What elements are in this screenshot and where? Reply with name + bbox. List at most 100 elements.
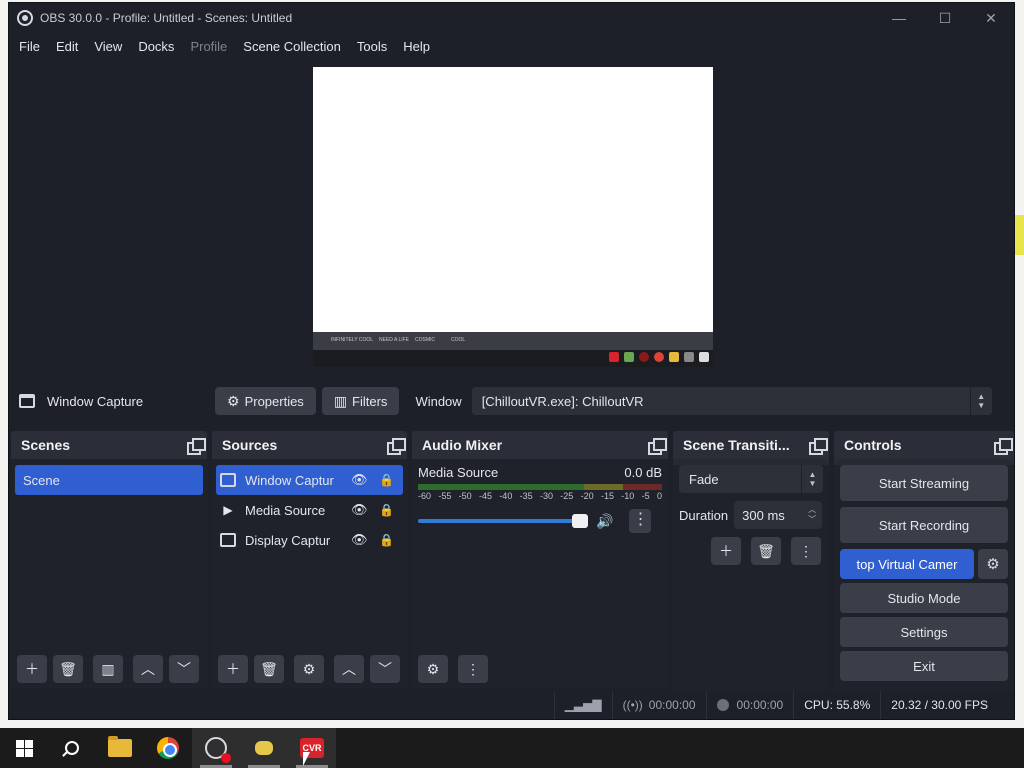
float-dock-icon[interactable] [648,438,667,455]
fps-display: 20.32 / 30.00 FPS [880,691,1014,719]
menu-help[interactable]: Help [395,39,438,54]
gears-icon: ⚙ [426,660,440,677]
more-options-button[interactable]: ⋮ [629,509,652,533]
chevron-down-icon: ﹀ [378,661,392,677]
window-capture-icon [19,394,35,408]
record-status: 00:00:00 [705,691,794,719]
remove-source-button[interactable]: 🗑 [254,655,284,683]
speaker-icon[interactable]: 🔊 [596,513,613,530]
filters-button[interactable]: ▥ Filters [321,387,400,415]
dock-title: Audio Mixer [422,437,503,453]
source-item-display-capture[interactable]: Display Captur 👁 🔒 [212,525,407,555]
source-label: Media Source [245,502,326,518]
controls-body: Start Streaming Start Recording top Virt… [834,465,1014,695]
scale-tick: -45 [478,491,492,501]
scenes-dock: Scenes Scene ＋ 🗑 ▥ ︿ ﹀ [11,431,207,689]
lock-icon[interactable]: 🔒 [379,503,394,517]
add-scene-button[interactable]: ＋ [17,655,47,683]
mixer-menu-button[interactable]: ⋮ [458,655,488,683]
virtual-camera-button[interactable]: top Virtual Camer [840,549,974,579]
start-streaming-button[interactable]: Start Streaming [840,465,1008,501]
program-preview[interactable]: INFINITELY COOL NEED A LIFE COSMIC COOL [313,67,713,367]
window-select[interactable]: [ChilloutVR.exe]: ChilloutVR ▲ ▼ [471,387,992,415]
close-button[interactable]: ✕ [968,3,1014,33]
plus-icon: ＋ [719,543,733,559]
float-dock-icon[interactable] [994,438,1013,455]
remove-transition-button[interactable]: 🗑 [751,537,781,565]
eye-icon[interactable]: 👁 [351,532,368,548]
preview-area: INFINITELY COOL NEED A LIFE COSMIC COOL [9,59,1014,377]
network-status: ▁▃▅▇ [553,691,612,719]
lock-icon[interactable]: 🔒 [379,533,394,547]
menu-edit[interactable]: Edit [48,39,86,54]
source-item-media-source[interactable]: ▶ Media Source 👁 🔒 [212,495,407,525]
scale-tick: -55 [438,491,452,501]
taskbar-file-explorer[interactable] [96,728,144,768]
window-controls: — ☐ ✕ [876,3,1014,33]
start-recording-button[interactable]: Start Recording [840,507,1008,543]
float-dock-icon[interactable] [187,438,206,455]
scenes-footer: ＋ 🗑 ▥ ︿ ﹀ [11,649,207,689]
taskbar-bee-app[interactable] [240,728,288,768]
preview-app-icon [609,352,619,362]
menu-view[interactable]: View [86,39,130,54]
filter-icon: ▥ [101,660,115,677]
settings-button[interactable]: Settings [840,617,1008,647]
remove-scene-button[interactable]: 🗑 [53,655,83,683]
lock-icon[interactable]: 🔒 [379,473,394,487]
title-bar: OBS 30.0.0 - Profile: Untitled - Scenes:… [9,3,1014,33]
scale-tick: 0 [656,491,662,501]
menu-tools[interactable]: Tools [349,39,395,54]
transition-select[interactable]: Fade ▲ ▼ [679,465,823,493]
menu-file[interactable]: File [11,39,48,54]
volume-slider[interactable] [418,514,588,528]
menu-scene-collection[interactable]: Scene Collection [235,39,349,54]
maximize-button[interactable]: ☐ [922,3,968,33]
menu-profile[interactable]: Profile [182,39,235,54]
studio-mode-button[interactable]: Studio Mode [840,583,1008,613]
eye-icon[interactable]: 👁 [351,502,368,518]
move-source-up-button[interactable]: ︿ [334,655,364,683]
taskbar-obs[interactable] [192,728,240,768]
move-scene-down-button[interactable]: ﹀ [169,655,199,683]
add-source-button[interactable]: ＋ [218,655,248,683]
transition-menu-button[interactable]: ⋮ [791,537,821,565]
taskbar-chrome[interactable] [144,728,192,768]
source-item-window-capture[interactable]: Window Captur 👁 🔒 [216,465,403,495]
volume-slider-handle[interactable] [572,514,588,528]
menu-docks[interactable]: Docks [130,39,182,54]
properties-label: Properties [244,393,304,409]
taskbar-search-button[interactable] [48,728,96,768]
scale-tick: -35 [519,491,533,501]
spin-arrows-icon[interactable]: ︿ ﹀ [802,501,822,529]
duration-spinbox[interactable]: 300 ms ︿ ﹀ [734,501,823,529]
start-button[interactable] [0,728,48,768]
advanced-audio-button[interactable]: ⚙ [418,655,448,683]
channel-level: 0.0 dB [624,465,662,480]
preview-text: COOL [451,337,466,343]
virtual-camera-settings-button[interactable]: ⚙ [978,549,1008,579]
properties-button[interactable]: ⚙ Properties [215,387,316,415]
taskbar-chilloutvr[interactable]: CVR [288,728,336,768]
obs-logo-icon [17,10,33,26]
dock-title: Controls [844,437,902,453]
float-dock-icon[interactable] [809,438,828,455]
move-source-down-button[interactable]: ﹀ [370,655,400,683]
play-icon: ▶ [223,503,233,517]
gear-icon: ⚙ [986,556,1000,573]
trash-icon: 🗑 [260,660,278,677]
source-properties-button[interactable]: ⚙ [294,655,324,683]
float-dock-icon[interactable] [387,438,406,455]
add-transition-button[interactable]: ＋ [711,537,741,565]
move-scene-up-button[interactable]: ︿ [133,655,163,683]
scene-filters-button[interactable]: ▥ [93,655,123,683]
scale-tick: -25 [560,491,574,501]
obs-icon [205,737,231,763]
minimize-button[interactable]: — [876,3,922,33]
broadcast-icon: ((•)) [622,698,643,712]
eye-icon[interactable]: 👁 [351,472,368,488]
exit-button[interactable]: Exit [840,651,1008,681]
chevron-up-icon: ︿ [342,661,356,677]
scene-item[interactable]: Scene [15,465,203,495]
preview-app-icon [669,352,679,362]
